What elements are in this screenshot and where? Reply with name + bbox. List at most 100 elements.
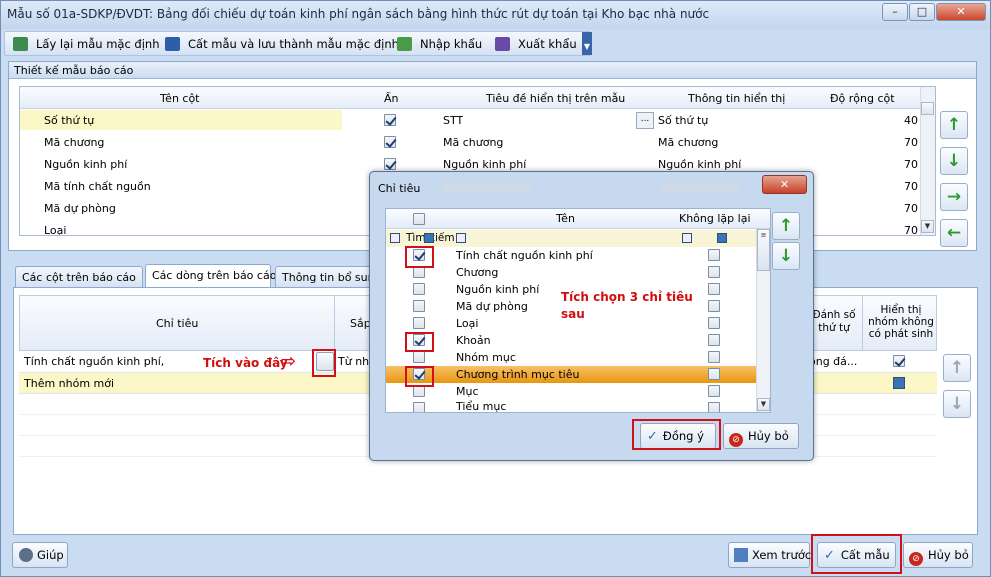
item-checkbox[interactable] — [413, 334, 425, 346]
dialog-scroll-thumb[interactable]: ≡ — [757, 229, 770, 271]
dialog-grid-header: Tên Không lặp lại — [386, 209, 770, 229]
export-button[interactable]: Xuất khẩu — [495, 35, 577, 54]
item-name: Khoản — [456, 334, 491, 347]
item-checkbox[interactable] — [413, 351, 425, 363]
move-up-icon[interactable]: ↑ — [940, 111, 968, 139]
row-name: Nguồn kinh phí — [44, 158, 128, 171]
no-repeat-checkbox[interactable] — [708, 402, 720, 412]
no-repeat-checkbox[interactable] — [708, 351, 720, 363]
column-divider — [334, 295, 335, 351]
dialog-cancel-button[interactable]: ⊘ Hủy bỏ — [723, 423, 799, 449]
col-name-header: Tên cột — [160, 92, 200, 105]
preview-button[interactable]: Xem trước — [728, 542, 812, 568]
preview-label: Xem trước — [752, 548, 812, 562]
ellipsis-button[interactable]: ... — [636, 112, 654, 129]
hide-checkbox[interactable] — [384, 158, 396, 170]
item-checkbox[interactable] — [413, 283, 425, 295]
dialog-cancel-label: Hủy bỏ — [748, 429, 789, 443]
row-width: 70 — [904, 180, 918, 193]
no-repeat-checkbox[interactable] — [708, 334, 720, 346]
col-khonglap-header: Không lặp lại — [679, 212, 751, 225]
col-ten-header: Tên — [556, 212, 575, 225]
row-name: Loại — [44, 224, 67, 235]
item-checkbox[interactable] — [413, 300, 425, 312]
annotation-click-here: Tích vào đây — [203, 356, 288, 370]
columns-grid-scrollbar[interactable]: ▼ — [920, 87, 935, 235]
item-name: Chương trình mục tiêu — [456, 368, 580, 381]
row-width: 70 — [904, 224, 918, 235]
scroll-thumb[interactable] — [921, 102, 934, 115]
row-down-icon[interactable]: ↓ — [943, 390, 971, 418]
ok-button[interactable]: ✓ Đồng ý — [640, 423, 716, 449]
item-name: Mục — [456, 385, 479, 398]
maximize-button[interactable]: □ — [909, 3, 935, 21]
item-checkbox[interactable] — [413, 402, 425, 412]
chitieu-picker-button[interactable] — [316, 352, 334, 371]
indeterminate-checkbox[interactable] — [893, 377, 905, 389]
save-default-button[interactable]: Cất mẫu và lưu thành mẫu mặc định — [165, 35, 399, 54]
move-left-icon[interactable]: ← — [940, 219, 968, 247]
col-width-header: Độ rộng cột — [830, 92, 895, 105]
move-right-icon[interactable]: → — [940, 183, 968, 211]
show-empty-checkbox[interactable] — [893, 355, 905, 367]
item-checkbox[interactable] — [413, 385, 425, 397]
filter-row[interactable]: Tìm kiếm — [386, 230, 756, 247]
tab-columns[interactable]: Các cột trên báo cáo — [15, 266, 143, 288]
cancel-icon: ⊘ — [909, 552, 923, 566]
minimize-button[interactable]: – — [882, 3, 908, 21]
save-default-label: Cất mẫu và lưu thành mẫu mặc định — [188, 37, 399, 51]
row-up-icon[interactable]: ↑ — [943, 354, 971, 382]
import-label: Nhập khẩu — [420, 37, 483, 51]
import-button[interactable]: Nhập khẩu — [397, 35, 482, 54]
toolbar-overflow-icon[interactable]: ▼ — [582, 32, 592, 55]
row-name: Số thứ tự — [44, 114, 95, 127]
hide-checkbox[interactable] — [384, 114, 396, 126]
chitieu-item[interactable]: Tiểu mục — [386, 400, 756, 412]
cancel-button[interactable]: ⊘ Hủy bỏ — [903, 542, 973, 568]
dialog-down-icon[interactable]: ↓ — [772, 242, 800, 270]
no-repeat-checkbox[interactable] — [708, 368, 720, 380]
select-all-checkbox[interactable] — [413, 213, 425, 225]
scroll-down-icon[interactable]: ▼ — [921, 220, 934, 233]
columns-grid-header: Tên cột Ẩn Tiêu đề hiển thị trên mẫu Thô… — [20, 87, 935, 109]
filter-khonglap-icon — [682, 233, 692, 243]
hide-checkbox[interactable] — [384, 136, 396, 148]
dialog-grid-scrollbar[interactable]: ≡ ▼ — [756, 229, 770, 412]
tab-extra-info[interactable]: Thông tin bổ sung — [275, 266, 371, 288]
chitieu-item[interactable]: Chương — [386, 264, 756, 281]
no-repeat-checkbox[interactable] — [708, 385, 720, 397]
save-template-label: Cất mẫu — [840, 548, 890, 562]
chitieu-item[interactable]: Tính chất nguồn kinh phí — [386, 247, 756, 264]
chitieu-item[interactable]: Khoản — [386, 332, 756, 349]
ok-check-icon: ✓ — [647, 429, 658, 444]
row-width: 70 — [904, 202, 918, 215]
item-checkbox[interactable] — [413, 368, 425, 380]
dialog-up-icon[interactable]: ↑ — [772, 212, 800, 240]
blurred-text — [442, 183, 532, 192]
no-repeat-checkbox[interactable] — [708, 249, 720, 261]
move-down-icon[interactable]: ↓ — [940, 147, 968, 175]
col-chitieu-header: Chỉ tiêu — [156, 317, 199, 330]
cancel-label: Hủy bỏ — [928, 548, 969, 562]
dialog-scroll-down-icon[interactable]: ▼ — [757, 398, 770, 411]
save-template-button[interactable]: ✓ Cất mẫu — [817, 542, 896, 568]
item-checkbox[interactable] — [413, 317, 425, 329]
chitieu-item[interactable]: Mục — [386, 383, 756, 400]
chitieu-item[interactable]: Nhóm mục — [386, 349, 756, 366]
close-button[interactable]: ✕ — [936, 3, 986, 21]
filter-icon — [390, 233, 400, 243]
filter-name-icon — [456, 233, 466, 243]
title-bar: Mẫu số 01a-SDKP/ĐVDT: Bảng đối chiếu dự … — [1, 1, 990, 29]
col-hide-header: Ẩn — [384, 92, 399, 105]
chitieu-item-selected[interactable]: Chương trình mục tiêu — [386, 366, 756, 383]
help-button[interactable]: Giúp — [12, 542, 68, 568]
tab-rows[interactable]: Các dòng trên báo cáo — [145, 264, 276, 288]
preview-icon — [734, 548, 748, 562]
dialog-close-button[interactable]: ✕ — [762, 175, 807, 194]
no-repeat-checkbox[interactable] — [708, 266, 720, 278]
col-info-header: Thông tin hiển thị — [688, 92, 786, 105]
row-chitieu: Tính chất nguồn kinh phí, — [24, 355, 165, 368]
item-checkbox[interactable] — [413, 249, 425, 261]
reset-template-button[interactable]: Lấy lại mẫu mặc định — [13, 35, 160, 54]
item-checkbox[interactable] — [413, 266, 425, 278]
